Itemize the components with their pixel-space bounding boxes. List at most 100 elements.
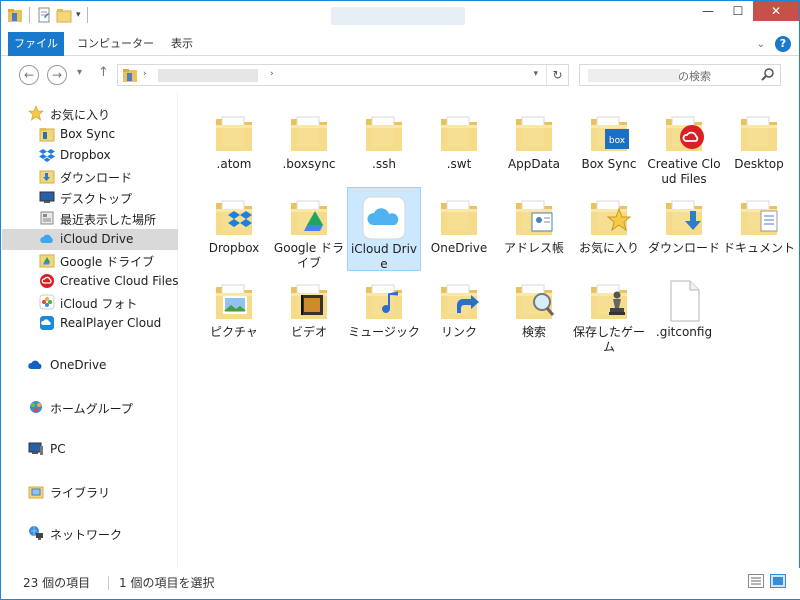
file-item[interactable]: Google ドライブ (272, 187, 346, 271)
file-item-label: .gitconfig (655, 325, 713, 339)
address-bar[interactable]: › › ▾ ↻ (117, 64, 569, 86)
maximize-button[interactable]: ☐ (723, 1, 753, 21)
file-item[interactable]: iCloud Drive (347, 187, 421, 271)
file-item[interactable]: ダウンロード (647, 187, 721, 271)
file-item[interactable]: ピクチャ (197, 271, 271, 355)
explorer-folder-icon[interactable] (7, 7, 23, 23)
file-item[interactable]: Dropbox (197, 187, 271, 271)
minimize-button[interactable]: — (693, 1, 723, 21)
tab-file[interactable]: ファイル (8, 32, 64, 56)
file-item[interactable]: .atom (197, 103, 271, 187)
sidebar-item-recent-places[interactable]: 最近表示した場所 (2, 208, 178, 229)
sidebar-item-label: OneDrive (50, 358, 107, 372)
expand-ribbon-chevron-icon[interactable]: ⌄ (757, 39, 765, 50)
file-item-label: ビデオ (290, 325, 327, 339)
new-folder-icon[interactable] (56, 7, 72, 23)
sidebar-item-icloud-photos[interactable]: iCloud フォト (2, 292, 178, 313)
file-item[interactable]: リンク (422, 271, 496, 355)
google-drive-icon (39, 254, 55, 268)
folder-icon (741, 116, 777, 151)
folder-icon (441, 200, 477, 235)
file-item-label: Creative Cloud Files (647, 157, 721, 186)
search-box[interactable]: の検索 (579, 64, 781, 86)
file-item[interactable]: 保存したゲーム (572, 271, 646, 355)
forward-button[interactable]: → (47, 65, 67, 85)
tab-computer[interactable]: コンピューター (77, 32, 154, 56)
file-item[interactable]: .boxsync (272, 103, 346, 187)
creative-cloud-folder-icon (666, 116, 704, 151)
explorer-window: ▾ — ☐ ✕ ファイル コンピューター 表示 ⌄ ? ← → ▾ ↑ › › … (0, 0, 800, 600)
pc-icon (28, 442, 43, 455)
sidebar-item-label: Box Sync (60, 127, 116, 141)
file-item-label: OneDrive (430, 241, 488, 255)
sidebar-item-favorites[interactable]: お気に入り (2, 103, 178, 124)
sidebar-item-dropbox[interactable]: Dropbox (2, 145, 178, 166)
file-item[interactable]: アドレス帳 (497, 187, 571, 271)
sidebar-item-box-sync[interactable]: Box Sync (2, 124, 178, 145)
large-icons-view-icon[interactable] (770, 574, 786, 588)
file-item[interactable]: 検索 (497, 271, 571, 355)
sidebar-item-network[interactable]: ネットワーク (2, 523, 178, 544)
sidebar-item-realplayer-cloud[interactable]: RealPlayer Cloud (2, 313, 178, 334)
file-item[interactable]: OneDrive (422, 187, 496, 271)
file-item[interactable]: ミュージック (347, 271, 421, 355)
status-bar: 23 個の項目 1 個の項目を選択 (2, 568, 800, 599)
breadcrumb-path[interactable] (158, 69, 258, 82)
file-item[interactable]: .gitconfig (647, 271, 721, 355)
file-item-label: Desktop (734, 157, 784, 171)
file-item-label: .boxsync (282, 157, 336, 171)
search-icon[interactable] (760, 67, 776, 83)
sidebar-item-libraries[interactable]: ライブラリ (2, 481, 178, 502)
back-button[interactable]: ← (19, 65, 39, 85)
recent-locations-dropdown[interactable]: ▾ (77, 67, 82, 78)
quick-access-toolbar: ▾ (7, 7, 90, 23)
search-placeholder: の検索 (678, 70, 711, 83)
file-item[interactable]: .swt (422, 103, 496, 187)
folder-icon (216, 116, 252, 151)
file-item-label: AppData (507, 157, 561, 171)
sidebar-item-label: RealPlayer Cloud (60, 316, 162, 330)
file-item[interactable]: Creative Cloud Files (647, 103, 721, 187)
file-icon (670, 280, 700, 322)
up-button[interactable]: ↑ (98, 65, 109, 80)
sidebar-item-pc[interactable]: PC (2, 439, 178, 460)
sidebar-item-homegroup[interactable]: ホームグループ (2, 397, 178, 418)
breadcrumb-separator-icon[interactable]: › (270, 69, 274, 79)
file-item[interactable]: .ssh (347, 103, 421, 187)
file-item[interactable]: ドキュメント (722, 187, 796, 271)
ribbon-controls: ⌄ ? (757, 36, 791, 52)
sidebar-item-label: Creative Cloud Files (60, 274, 179, 288)
toolbar-divider (29, 7, 30, 23)
breadcrumb-separator-icon[interactable]: › (143, 69, 147, 79)
close-button[interactable]: ✕ (753, 1, 799, 21)
sidebar-item-label: お気に入り (50, 108, 111, 122)
sidebar-item-icloud-drive[interactable]: iCloud Drive (2, 229, 178, 250)
homegroup-icon (30, 401, 42, 413)
address-dropdown-icon[interactable]: ▾ (533, 69, 538, 79)
documents-folder-icon (741, 200, 778, 235)
sidebar-item-desktop[interactable]: デスクトップ (2, 187, 178, 208)
sidebar-item-downloads[interactable]: ダウンロード (2, 166, 178, 187)
navigation-pane: お気に入り Box Sync Dropbox ダウンロード デスクトップ 最近表… (2, 93, 179, 568)
file-item[interactable]: お気に入り (572, 187, 646, 271)
file-item[interactable]: Desktop (722, 103, 796, 187)
help-icon[interactable]: ? (775, 36, 791, 52)
downloads-folder-icon (666, 200, 702, 235)
sidebar-item-creative-cloud[interactable]: Creative Cloud Files (2, 271, 179, 292)
file-item[interactable]: ビデオ (272, 271, 346, 355)
folder-icon (291, 116, 327, 151)
customize-toolbar-dropdown[interactable]: ▾ (76, 10, 81, 20)
tab-view[interactable]: 表示 (171, 32, 193, 56)
file-item[interactable]: box Box Sync (572, 103, 646, 187)
file-item-label: iCloud Drive (350, 242, 418, 271)
sidebar-item-label: ネットワーク (50, 528, 123, 542)
music-folder-icon (366, 284, 402, 319)
sidebar-item-google-drive[interactable]: Google ドライブ (2, 250, 178, 271)
window-controls: — ☐ ✕ (693, 1, 799, 21)
refresh-button[interactable]: ↻ (546, 65, 568, 85)
file-item[interactable]: AppData (497, 103, 571, 187)
ribbon-tabs: ファイル コンピューター 表示 ⌄ ? (1, 32, 799, 56)
sidebar-item-onedrive[interactable]: OneDrive (2, 355, 178, 376)
details-view-icon[interactable] (748, 574, 764, 588)
properties-icon[interactable] (36, 7, 52, 23)
